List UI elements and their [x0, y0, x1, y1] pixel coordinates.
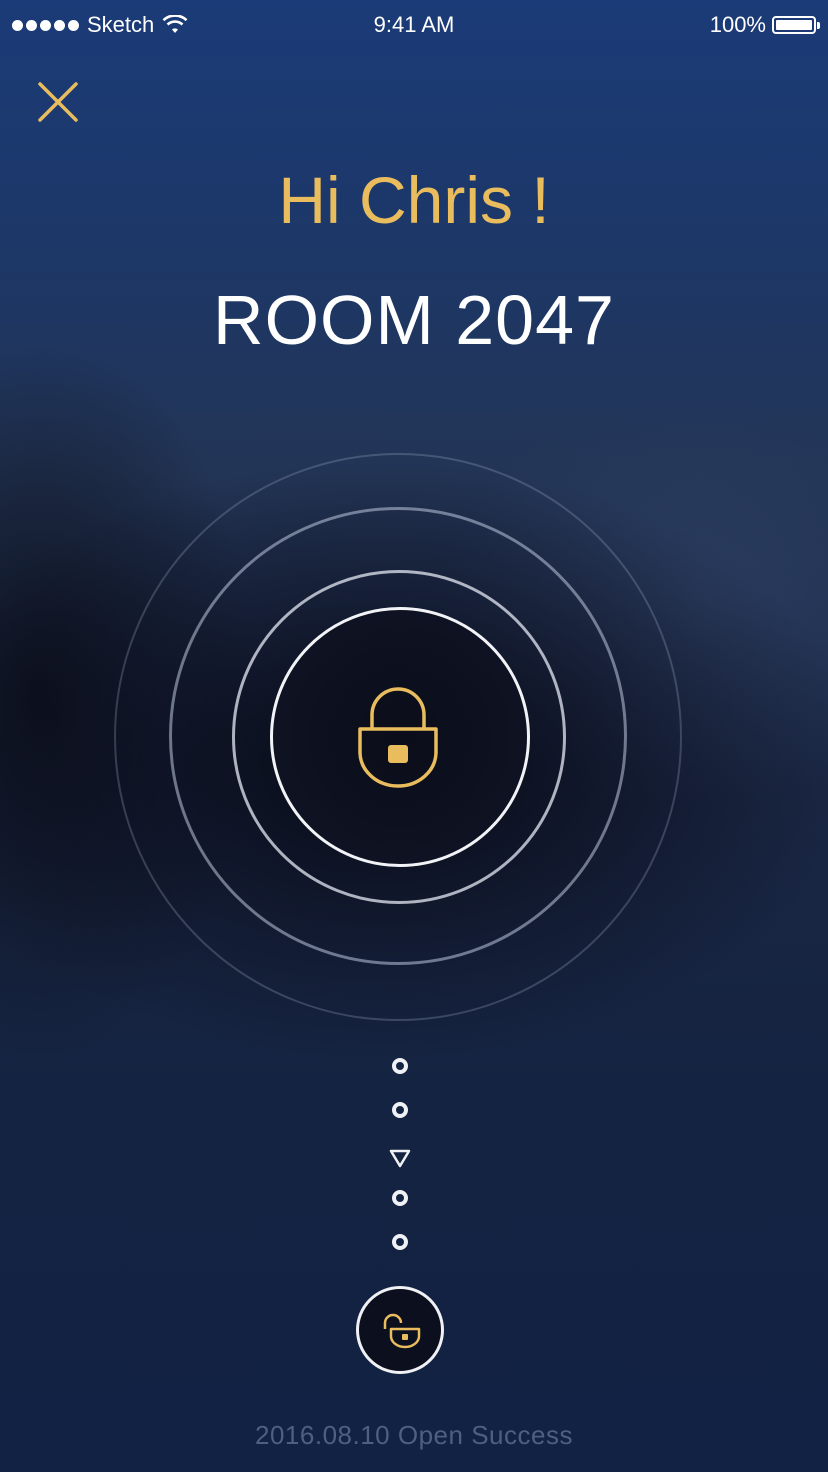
status-right: 100%: [709, 12, 820, 38]
swipe-dot: [392, 1058, 408, 1074]
open-padlock-icon: [383, 1313, 421, 1349]
status-bar: Sketch 9:41 AM 100%: [0, 0, 828, 50]
swipe-dot: [392, 1102, 408, 1118]
padlock-icon: [358, 687, 438, 788]
arrow-down-icon: [389, 1149, 411, 1168]
swipe-dot: [392, 1190, 408, 1206]
room-number: ROOM 2047: [213, 281, 615, 359]
status-time: 9:41 AM: [373, 12, 455, 37]
greeting-text: Hi Chris !: [278, 163, 550, 237]
footer-status: 2016.08.10 Open Success: [255, 1420, 573, 1450]
battery-percent: 100%: [709, 12, 766, 37]
swipe-dot: [392, 1234, 408, 1250]
close-icon[interactable]: [36, 80, 80, 124]
swipe-indicator: [388, 1052, 412, 1262]
battery-icon: [772, 16, 820, 34]
unlock-button[interactable]: [356, 1286, 444, 1374]
